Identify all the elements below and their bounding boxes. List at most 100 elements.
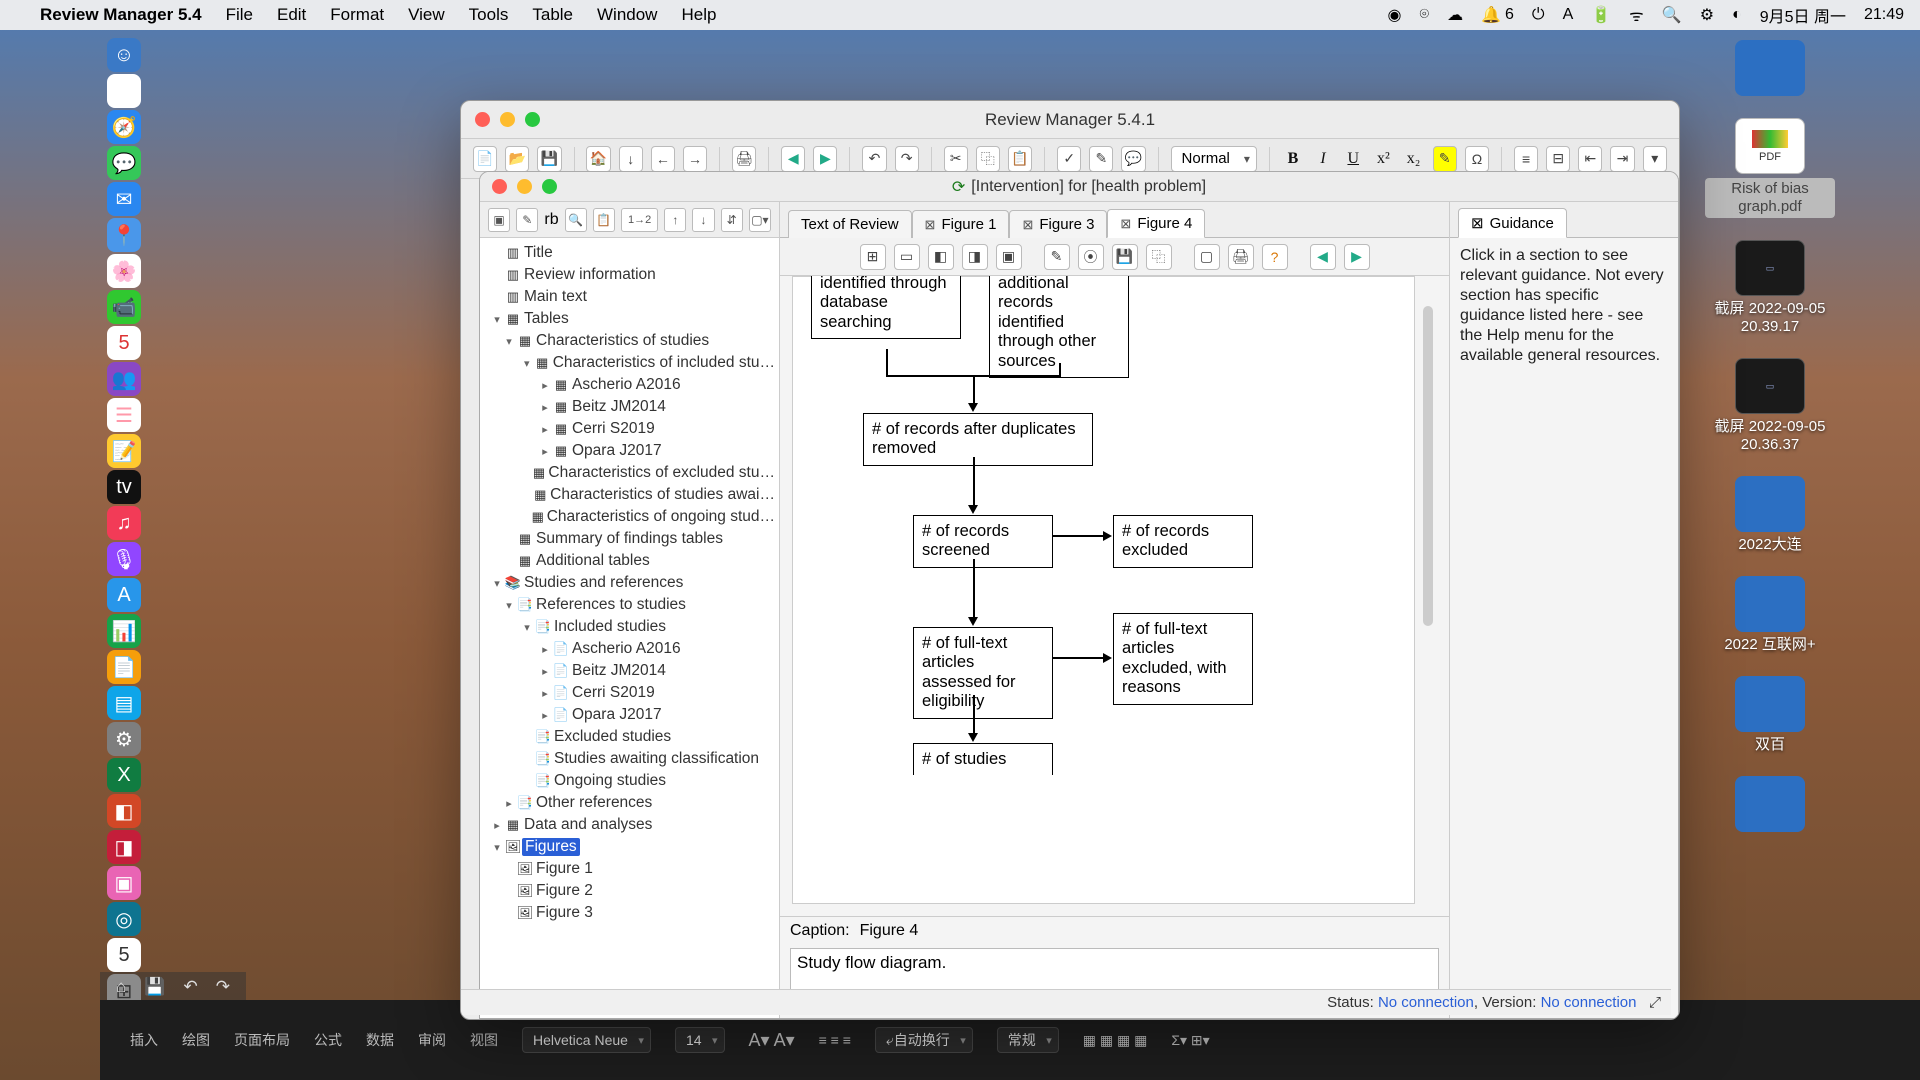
ct-3[interactable]: ◧	[928, 244, 954, 270]
doc-close-button[interactable]	[492, 179, 507, 194]
desktop-shot1[interactable]: ▭截屏 2022-09-05 20.39.17	[1705, 240, 1835, 336]
dock-photos[interactable]: 🌸	[107, 254, 141, 288]
desktop-folder3[interactable]: 双百	[1705, 676, 1835, 754]
dock-settings[interactable]: ⚙	[107, 722, 141, 756]
symbol-icon[interactable]: Ω	[1465, 146, 1489, 172]
dock-podcasts[interactable]: 🎙	[107, 542, 141, 576]
bi-4[interactable]: 数据	[366, 1030, 394, 1050]
paste-icon[interactable]: 📋	[1008, 146, 1032, 172]
close-button[interactable]	[475, 112, 490, 127]
save2-icon[interactable]: 💾	[144, 977, 165, 997]
ct-help[interactable]: ?	[1262, 244, 1288, 270]
style2-select[interactable]: 常规	[997, 1027, 1059, 1053]
indent-icon[interactable]: ⇥	[1610, 146, 1634, 172]
control-center-icon[interactable]: ⚙	[1700, 5, 1714, 25]
dock-finder[interactable]: ☺	[107, 38, 141, 72]
menu-help[interactable]: Help	[681, 5, 716, 25]
dock-app2[interactable]: ◧	[107, 794, 141, 828]
tab-figure-4[interactable]: ⊠Figure 4	[1107, 209, 1205, 238]
ct-copy[interactable]: ⿻	[1146, 244, 1172, 270]
redo-icon[interactable]: ↷	[895, 146, 919, 172]
menu-view[interactable]: View	[408, 5, 445, 25]
dock-mail[interactable]: ✉	[107, 182, 141, 216]
nav-forward-icon[interactable]: ▶	[813, 146, 837, 172]
ct-next[interactable]: ▶	[1344, 244, 1370, 270]
dock-tv[interactable]: tv	[107, 470, 141, 504]
maximize-button[interactable]	[525, 112, 540, 127]
close-icon[interactable]: ⊠	[1022, 217, 1033, 233]
bold-button[interactable]: B	[1282, 147, 1304, 171]
wifi-icon[interactable]: ᯤ	[1629, 4, 1644, 26]
style-select[interactable]: Normal	[1171, 146, 1257, 172]
open-icon[interactable]: 📂	[505, 146, 529, 172]
dock-app4[interactable]: ▣	[107, 866, 141, 900]
input-icon[interactable]: A	[1563, 6, 1574, 24]
dock-pages[interactable]: 📄	[107, 650, 141, 684]
new-icon[interactable]: 📄	[473, 146, 497, 172]
tree-btn-8[interactable]: ⇵	[721, 208, 743, 232]
bi-0[interactable]: 插入	[130, 1030, 158, 1050]
ct-2[interactable]: ▭	[894, 244, 920, 270]
desktop-folder4[interactable]	[1705, 776, 1835, 832]
ct-print[interactable]: 🖨	[1228, 244, 1254, 270]
menu-file[interactable]: File	[226, 5, 253, 25]
dock-excel[interactable]: X	[107, 758, 141, 792]
battery-icon[interactable]: 🔋	[1591, 5, 1611, 25]
doc-minimize-button[interactable]	[517, 179, 532, 194]
tree-figures[interactable]: ▾🖼Figures	[484, 836, 779, 858]
notifications-icon[interactable]: 🔔6	[1481, 5, 1514, 25]
dock-launchpad[interactable]: ▦	[107, 74, 141, 108]
menu-edit[interactable]: Edit	[277, 5, 306, 25]
redo2-icon[interactable]: ↷	[216, 977, 230, 997]
ct-note[interactable]: ▢	[1194, 244, 1220, 270]
siri-icon[interactable]: ◐	[1732, 6, 1742, 24]
italic-button[interactable]: I	[1312, 147, 1334, 171]
tree-btn-5[interactable]: 1→2	[621, 208, 658, 232]
dock-facetime[interactable]: 📹	[107, 290, 141, 324]
tree-btn-9[interactable]: ▢▾	[749, 208, 771, 232]
tree-btn-3[interactable]: 🔍	[565, 208, 587, 232]
dock-contacts[interactable]: 👥	[107, 362, 141, 396]
desktop-shot2[interactable]: ▭截屏 2022-09-05 20.36.37	[1705, 358, 1835, 454]
menubar-app-name[interactable]: Review Manager 5.4	[40, 5, 202, 25]
font-select[interactable]: Helvetica Neue	[522, 1027, 651, 1053]
cut-icon[interactable]: ✂	[944, 146, 968, 172]
desktop-folder-blank[interactable]	[1705, 40, 1835, 96]
dock-reminders[interactable]: ☰	[107, 398, 141, 432]
bi-6[interactable]: 视图	[470, 1030, 498, 1050]
ct-4[interactable]: ◨	[962, 244, 988, 270]
underline-button[interactable]: U	[1342, 147, 1364, 171]
menubar-time[interactable]: 21:49	[1864, 6, 1904, 24]
dock-appstore[interactable]: A	[107, 578, 141, 612]
forward-icon[interactable]: →	[683, 146, 707, 172]
ct-select[interactable]: ⦿	[1078, 244, 1104, 270]
bi-5[interactable]: 审阅	[418, 1030, 446, 1050]
doc-titlebar[interactable]: ⟳ [Intervention] for [health problem]	[480, 172, 1678, 202]
ct-edit[interactable]: ✎	[1044, 244, 1070, 270]
doc-maximize-button[interactable]	[542, 179, 557, 194]
shortcuts-icon[interactable]: ⌾	[1419, 6, 1429, 24]
copy-icon[interactable]: ⿻	[976, 146, 1000, 172]
comment-icon[interactable]: 💬	[1121, 146, 1145, 172]
tree-btn-1[interactable]: ▣	[488, 208, 510, 232]
bi-2[interactable]: 页面布局	[234, 1030, 290, 1050]
tab-figure-3[interactable]: ⊠Figure 3	[1009, 210, 1107, 238]
dock-app3[interactable]: ◨	[107, 830, 141, 864]
dock-app6[interactable]: 5	[107, 938, 141, 972]
menubar-date[interactable]: 9月5日 周一	[1760, 3, 1846, 27]
dock-safari[interactable]: 🧭	[107, 110, 141, 144]
list-ol-icon[interactable]: ⊟	[1546, 146, 1570, 172]
canvas-scrollbar[interactable]	[1423, 306, 1433, 626]
tree-btn-7[interactable]: ↓	[692, 208, 714, 232]
ct-1[interactable]: ⊞	[860, 244, 886, 270]
more-icon[interactable]: ▾	[1643, 146, 1667, 172]
close-icon[interactable]: ⊠	[1120, 216, 1131, 232]
menu-table[interactable]: Table	[532, 5, 573, 25]
tab-text-of-review[interactable]: Text of Review	[788, 210, 912, 238]
record-icon[interactable]: ◉	[1388, 5, 1402, 25]
menu-window[interactable]: Window	[597, 5, 657, 25]
wrap-select[interactable]: ⤶ 自动换行	[875, 1027, 973, 1053]
play-icon[interactable]: ⏻	[1532, 6, 1545, 24]
ct-5[interactable]: ▣	[996, 244, 1022, 270]
close-icon[interactable]: ⊠	[925, 217, 936, 233]
